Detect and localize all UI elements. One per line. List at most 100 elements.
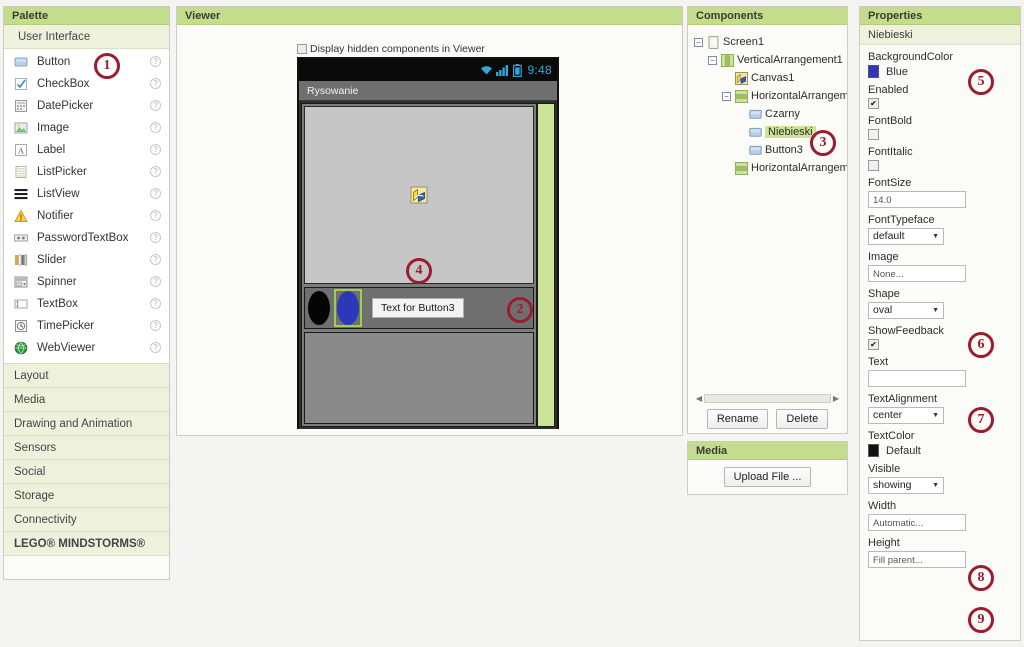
horizontal-arrangement-2[interactable] <box>304 332 534 424</box>
palette-group-connectivity[interactable]: Connectivity <box>4 508 169 532</box>
palette-item-listpicker[interactable]: ListPicker? <box>4 161 169 183</box>
palette-item-datepicker[interactable]: DatePicker? <box>4 95 169 117</box>
property-input-fontsize[interactable]: 14.0 <box>868 191 966 208</box>
property-checkbox-enabled[interactable]: ✔ <box>868 98 879 109</box>
rename-button[interactable]: Rename <box>706 409 769 429</box>
palette-group-user-interface[interactable]: User Interface <box>4 25 169 49</box>
button-czarny[interactable] <box>308 291 330 325</box>
button-3[interactable]: Text for Button3 <box>372 298 464 318</box>
property-label-height: Height <box>868 537 900 549</box>
help-icon[interactable]: ? <box>150 298 161 309</box>
palette-group-label: Drawing and Animation <box>14 418 133 430</box>
palette-item-label: CheckBox <box>37 78 90 90</box>
display-hidden-components-row[interactable]: Display hidden components in Viewer <box>297 43 485 55</box>
property-select-fonttypeface[interactable]: default ▼ <box>868 228 944 245</box>
display-hidden-components-checkbox[interactable] <box>297 44 307 54</box>
tree-node-niebieski[interactable]: Niebieski <box>694 123 847 141</box>
palette-item-passwordtextbox[interactable]: PasswordTextBox? <box>4 227 169 249</box>
palette-item-textbox[interactable]: TextBox? <box>4 293 169 315</box>
tree-node-horizontalarrangemen[interactable]: − HorizontalArrangemen <box>694 87 847 105</box>
property-row-width: Width Automatic... <box>868 500 1012 531</box>
property-label-fontbold: FontBold <box>868 115 913 127</box>
horizontal-arrangement-1[interactable]: Text for Button3 <box>304 287 534 329</box>
timepicker-icon <box>14 319 28 333</box>
palette-item-notifier[interactable]: Notifier? <box>4 205 169 227</box>
tree-node-czarny[interactable]: Czarny <box>694 105 847 123</box>
property-checkbox-fontbold[interactable]: ✔ <box>868 129 879 140</box>
tree-node-verticalarrangement1[interactable]: − VerticalArrangement1 <box>694 51 847 69</box>
tree-collapse-toggle[interactable]: − <box>722 91 731 101</box>
tree-node-label: VerticalArrangement1 <box>737 54 843 66</box>
property-select-visible[interactable]: showing ▼ <box>868 477 944 494</box>
property-label-showfeedback: ShowFeedback <box>868 325 944 337</box>
property-checkbox-showfeedback[interactable]: ✔ <box>868 339 879 350</box>
notifier-icon <box>14 209 28 223</box>
button-niebieski[interactable] <box>337 291 359 325</box>
property-checkbox-fontitalic[interactable]: ✔ <box>868 160 879 171</box>
property-color-backgroundcolor[interactable]: Blue <box>868 65 1012 78</box>
help-icon[interactable]: ? <box>150 100 161 111</box>
tree-node-screen1[interactable]: − Screen1 <box>694 33 847 51</box>
media-body: Upload File ... <box>688 460 847 494</box>
display-hidden-components-label: Display hidden components in Viewer <box>310 43 485 55</box>
palette-item-listview[interactable]: ListView? <box>4 183 169 205</box>
help-icon[interactable]: ? <box>150 342 161 353</box>
help-icon[interactable]: ? <box>150 232 161 243</box>
help-icon[interactable]: ? <box>150 56 161 67</box>
property-select-shape[interactable]: oval ▼ <box>868 302 944 319</box>
property-row-textalignment: TextAlignment center ▼ <box>868 393 1012 424</box>
palette-group-social[interactable]: Social <box>4 460 169 484</box>
tree-collapse-toggle[interactable]: − <box>708 55 717 65</box>
help-icon[interactable]: ? <box>150 122 161 133</box>
property-input-image[interactable]: None... <box>868 265 966 282</box>
palette-group-sensors[interactable]: Sensors <box>4 436 169 460</box>
help-icon[interactable]: ? <box>150 144 161 155</box>
property-label-fonttypeface: FontTypeface <box>868 214 935 226</box>
help-icon[interactable]: ? <box>150 320 161 331</box>
scroll-left-arrow[interactable]: ◀ <box>694 394 704 403</box>
help-icon[interactable]: ? <box>150 188 161 199</box>
tree-collapse-toggle[interactable]: − <box>694 37 703 47</box>
help-icon[interactable]: ? <box>150 166 161 177</box>
help-icon[interactable]: ? <box>150 276 161 287</box>
property-input-text[interactable] <box>868 370 966 387</box>
palette-item-spinner[interactable]: Spinner? <box>4 271 169 293</box>
webviewer-icon <box>14 341 28 355</box>
tree-node-canvas1[interactable]: Canvas1 <box>694 69 847 87</box>
palette-item-webviewer[interactable]: WebViewer? <box>4 337 169 359</box>
canvas-1[interactable] <box>304 106 534 284</box>
property-input-width[interactable]: Automatic... <box>868 514 966 531</box>
palette-group-lego-mindstorms[interactable]: LEGO® MINDSTORMS® <box>4 532 169 556</box>
upload-file-button[interactable]: Upload File ... <box>723 467 812 487</box>
property-input-height[interactable]: Fill parent... <box>868 551 966 568</box>
tree-node-horizontalarrangemen[interactable]: HorizontalArrangemen <box>694 159 847 177</box>
palette-group-layout[interactable]: Layout <box>4 364 169 388</box>
palette-item-label: Image <box>37 122 69 134</box>
palette-item-timepicker[interactable]: TimePicker? <box>4 315 169 337</box>
scrollbar-track[interactable] <box>704 394 831 403</box>
scroll-right-arrow[interactable]: ▶ <box>831 394 841 403</box>
tree-node-button3[interactable]: Button3 <box>694 141 847 159</box>
property-label-shape: Shape <box>868 288 900 300</box>
property-select-textalignment[interactable]: center ▼ <box>868 407 944 424</box>
property-color-textcolor[interactable]: Default <box>868 444 1012 457</box>
vertical-arrangement-1[interactable]: Text for Button3 <box>301 103 537 427</box>
property-row-shape: Shape oval ▼ <box>868 288 1012 319</box>
help-icon[interactable]: ? <box>150 210 161 221</box>
button-icon <box>749 108 762 121</box>
palette-item-slider[interactable]: Slider? <box>4 249 169 271</box>
palette-item-image[interactable]: Image? <box>4 117 169 139</box>
palette-group-media[interactable]: Media <box>4 388 169 412</box>
palette-group-drawing-animation[interactable]: Drawing and Animation <box>4 412 169 436</box>
palette-item-checkbox[interactable]: CheckBox? <box>4 73 169 95</box>
palette-item-label[interactable]: A Label? <box>4 139 169 161</box>
component-tree-scrollbar[interactable]: ◀ ▶ <box>694 393 841 404</box>
checkbox-icon <box>14 77 28 91</box>
chevron-down-icon: ▼ <box>932 307 939 314</box>
palette-group-storage[interactable]: Storage <box>4 484 169 508</box>
property-row-image: Image None... <box>868 251 1012 282</box>
delete-button[interactable]: Delete <box>776 409 829 429</box>
palette-item-button[interactable]: Button? <box>4 51 169 73</box>
help-icon[interactable]: ? <box>150 78 161 89</box>
help-icon[interactable]: ? <box>150 254 161 265</box>
